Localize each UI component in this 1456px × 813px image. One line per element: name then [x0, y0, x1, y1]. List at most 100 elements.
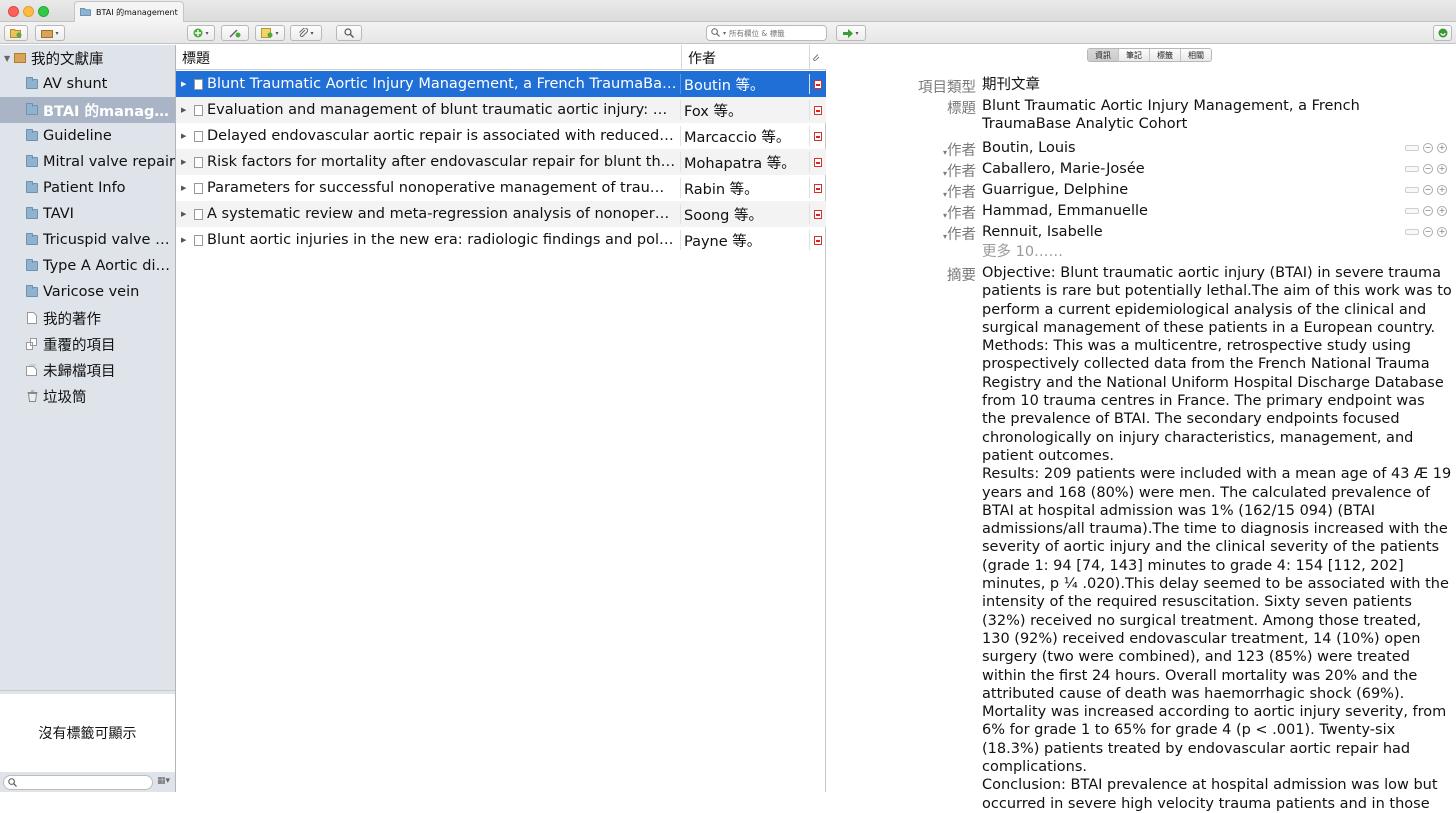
disclosure-triangle-icon[interactable]: ▼ [4, 54, 14, 63]
close-window-button[interactable] [8, 6, 19, 17]
item-row[interactable]: ▶ Evaluation and management of blunt trau… [176, 97, 826, 123]
chevron-down-icon: ▾ [855, 29, 859, 37]
advanced-search-button[interactable] [336, 25, 362, 41]
add-creator-button[interactable]: + [1437, 164, 1447, 174]
minimize-window-button[interactable] [23, 6, 34, 17]
column-header-title[interactable]: 標題 [176, 45, 682, 70]
arrow-right-icon [843, 28, 854, 38]
item-row[interactable]: ▶ Delayed endovascular aortic repair is a… [176, 123, 826, 149]
sidebar-item-collection[interactable]: Varicose vein [0, 279, 175, 305]
creator-name[interactable]: Rennuit, Isabelle [982, 223, 1392, 241]
pdf-attachment-icon[interactable] [814, 79, 822, 89]
search-icon [711, 27, 720, 39]
remove-creator-button[interactable]: − [1423, 143, 1433, 153]
sidebar-item-collection[interactable]: Guideline [0, 123, 175, 149]
pdf-attachment-icon[interactable] [814, 183, 822, 193]
item-pane-tab[interactable]: 資訊 [1088, 49, 1119, 61]
pdf-attachment-icon[interactable] [814, 157, 822, 167]
disclosure-triangle-icon[interactable]: ▶ [181, 80, 186, 88]
creator-type-menu[interactable]: ▾作者 [943, 223, 976, 244]
new-collection-button[interactable] [4, 25, 28, 41]
sidebar-item-special[interactable]: 垃圾筒 [0, 383, 175, 409]
library-tab[interactable]: BTAI 的management [74, 1, 184, 22]
magnifier-icon [344, 28, 354, 38]
name-mode-switch[interactable] [1405, 166, 1419, 172]
sidebar-item-collection[interactable]: Mitral valve repair [0, 149, 175, 175]
pdf-attachment-icon[interactable] [814, 131, 822, 141]
search-input[interactable] [729, 28, 827, 38]
pdf-attachment-icon[interactable] [814, 235, 822, 245]
sidebar-item-special[interactable]: 未歸檔項目 [0, 357, 175, 383]
item-pane-tab[interactable]: 相關 [1181, 49, 1211, 61]
locate-button[interactable]: ▾ [836, 25, 866, 41]
add-by-identifier-button[interactable] [221, 25, 249, 41]
sidebar-item-special[interactable]: 重覆的項目 [0, 331, 175, 357]
item-row[interactable]: ▶ A systematic review and meta-regression… [176, 201, 826, 227]
sidebar-item-my-library[interactable]: ▼ 我的文獻庫 [0, 45, 175, 71]
item-row[interactable]: ▶ Blunt Traumatic Aortic Injury Managemen… [176, 71, 826, 97]
remove-creator-button[interactable]: − [1423, 206, 1433, 216]
more-creators-link[interactable]: 更多 10…… [982, 243, 1452, 261]
column-header-attachments[interactable] [810, 45, 826, 70]
pdf-attachment-icon[interactable] [814, 105, 822, 115]
sidebar-item-collection[interactable]: TAVI [0, 201, 175, 227]
add-creator-button[interactable]: + [1437, 143, 1447, 153]
name-mode-switch[interactable] [1405, 187, 1419, 193]
tag-selector: 沒有標籤可顯示 [0, 694, 175, 772]
remove-creator-button[interactable]: − [1423, 227, 1433, 237]
creator-name[interactable]: Caballero, Marie-Josée [982, 160, 1392, 178]
tag-actions-menu[interactable]: ▦▾ [157, 776, 170, 786]
add-attachment-button[interactable]: ▾ [290, 25, 322, 41]
item-row[interactable]: ▶ Parameters for successful nonoperative … [176, 175, 826, 201]
disclosure-triangle-icon[interactable]: ▶ [181, 158, 186, 166]
item-title: Parameters for successful nonoperative m… [207, 180, 677, 196]
disclosure-triangle-icon[interactable]: ▶ [181, 184, 186, 192]
add-creator-button[interactable]: + [1437, 206, 1447, 216]
item-title: Blunt Traumatic Aortic Injury Management… [207, 76, 677, 92]
sidebar-item-collection[interactable]: Tricuspid valve repair [0, 227, 175, 253]
sidebar-item-special[interactable]: 我的著作 [0, 305, 175, 331]
remove-creator-button[interactable]: − [1423, 185, 1433, 195]
name-mode-switch[interactable] [1405, 145, 1419, 151]
search-mode-caret-icon[interactable]: ▾ [723, 30, 726, 37]
creator-type-menu[interactable]: ▾作者 [943, 181, 976, 202]
creator-name[interactable]: Hammad, Emmanuelle [982, 202, 1392, 220]
new-library-button[interactable]: ▾ [35, 25, 65, 41]
disclosure-triangle-icon[interactable]: ▶ [181, 236, 186, 244]
new-item-button[interactable]: ▾ [187, 25, 215, 41]
item-pane-tab[interactable]: 標籤 [1150, 49, 1181, 61]
zoom-window-button[interactable] [38, 6, 49, 17]
abstract-value[interactable]: Objective: Blunt traumatic aortic injury… [982, 264, 1452, 813]
title-value[interactable]: Blunt Traumatic Aortic Injury Management… [982, 97, 1452, 134]
item-pane: 資訊 筆記 標籤 相關 項目類型 期刊文章 標題 Blunt Traumatic Ao… [827, 45, 1456, 812]
disclosure-triangle-icon[interactable]: ▶ [181, 132, 186, 140]
item-pane-tab[interactable]: 筆記 [1119, 49, 1150, 61]
new-note-button[interactable]: ▾ [255, 25, 285, 41]
creator-name[interactable]: Guarrigue, Delphine [982, 181, 1392, 199]
remove-creator-button[interactable]: − [1423, 164, 1433, 174]
add-creator-button[interactable]: + [1437, 185, 1447, 195]
creator-type-menu[interactable]: ▾作者 [943, 139, 976, 160]
sidebar-item-collection[interactable]: Patient Info [0, 175, 175, 201]
sidebar-item-collection[interactable]: BTAI 的management [0, 97, 175, 123]
name-mode-switch[interactable] [1405, 208, 1419, 214]
library-icon [41, 30, 54, 38]
column-header-creator[interactable]: 作者 [682, 45, 810, 70]
creator-controls: − + [1405, 164, 1447, 174]
disclosure-triangle-icon[interactable]: ▶ [181, 106, 186, 114]
add-creator-button[interactable]: + [1437, 227, 1447, 237]
creator-type-menu[interactable]: ▾作者 [943, 160, 976, 181]
sidebar-item-collection[interactable]: AV shunt [0, 71, 175, 97]
creator-name[interactable]: Boutin, Louis [982, 139, 1392, 157]
name-mode-switch[interactable] [1405, 229, 1419, 235]
tag-filter-input[interactable] [3, 775, 153, 790]
sidebar-item-collection[interactable]: Type A Aortic dissection [0, 253, 175, 279]
item-row[interactable]: ▶ Blunt aortic injuries in the new era: r… [176, 227, 826, 253]
search-field[interactable]: ▾ [706, 25, 827, 41]
creator-type-menu[interactable]: ▾作者 [943, 202, 976, 223]
pdf-attachment-icon[interactable] [814, 209, 822, 219]
item-type-value[interactable]: 期刊文章 [982, 76, 1452, 94]
item-row[interactable]: ▶ Risk factors for mortality after endova… [176, 149, 826, 175]
sync-button[interactable] [1433, 25, 1452, 41]
disclosure-triangle-icon[interactable]: ▶ [181, 210, 186, 218]
